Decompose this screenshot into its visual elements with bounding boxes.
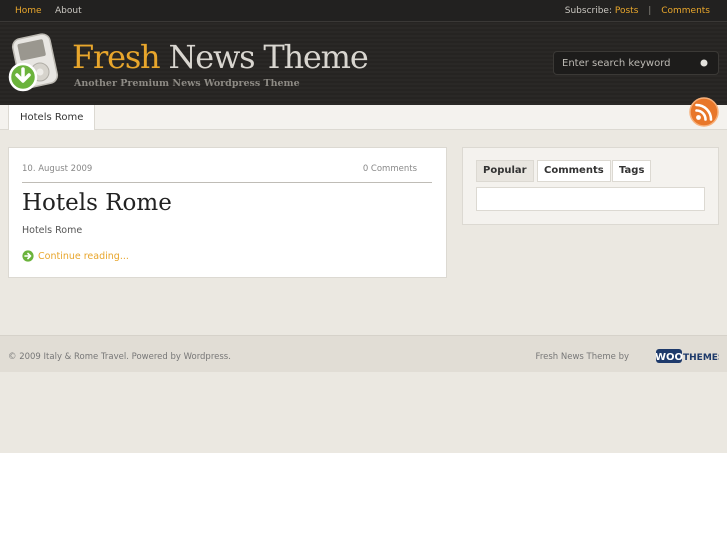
ipod-download-icon[interactable]	[6, 33, 66, 95]
post-excerpt: Hotels Rome	[22, 225, 83, 236]
site-title-rest: News Theme	[159, 38, 368, 76]
search-input[interactable]	[562, 56, 692, 71]
continue-reading-label: Continue reading...	[38, 251, 129, 262]
sidebar-tabs-widget: Popular Comments Tags	[462, 147, 719, 225]
woothemes-logo[interactable]: WOO THEMES	[656, 348, 719, 364]
woo-logo-woo: WOO	[656, 352, 683, 363]
nav-link-about[interactable]: About	[55, 6, 82, 16]
search-box	[553, 51, 719, 75]
category-tab-hotels-rome[interactable]: Hotels Rome	[8, 105, 96, 130]
site-footer: © 2009 Italy & Rome Travel. Powered by W…	[0, 335, 727, 372]
subscribe-separator: |	[648, 6, 652, 16]
site-tagline: Another Premium News Wordpress Theme	[74, 78, 300, 89]
site-title-accent: Fresh	[72, 38, 161, 76]
top-navigation-bar: Home About Subscribe: Posts | Comments	[0, 0, 727, 22]
search-dot-icon[interactable]	[700, 59, 708, 67]
tab-comments[interactable]: Comments	[537, 160, 611, 182]
subscribe-comments-link[interactable]: Comments	[661, 6, 710, 16]
post-title[interactable]: Hotels Rome	[22, 190, 172, 216]
tab-tags[interactable]: Tags	[612, 160, 652, 182]
subscribe-posts-link[interactable]: Posts	[615, 6, 639, 16]
footer-credit: Fresh News Theme by	[535, 352, 629, 362]
post-card: 10. August 2009 0 Comments Hotels Rome H…	[8, 147, 447, 278]
site-header: Fresh News Theme Another Premium News Wo…	[0, 22, 727, 105]
post-comments-link[interactable]: 0 Comments	[363, 164, 417, 174]
tab-content-panel	[476, 187, 705, 211]
woo-logo-themes: THEMES	[683, 353, 719, 363]
category-bar: Hotels Rome	[0, 105, 727, 130]
arrow-right-circle-icon	[22, 250, 34, 262]
post-divider	[22, 182, 432, 183]
tab-popular[interactable]: Popular	[476, 160, 534, 182]
subscribe-label: Subscribe:	[564, 6, 612, 16]
post-date: 10. August 2009	[22, 164, 93, 174]
nav-link-home[interactable]: Home	[15, 6, 42, 16]
rss-icon[interactable]	[689, 97, 719, 127]
site-title[interactable]: Fresh News Theme	[72, 38, 369, 76]
footer-copyright: © 2009 Italy & Rome Travel. Powered by W…	[8, 352, 231, 362]
subscribe-links: Subscribe: Posts | Comments	[565, 6, 710, 16]
